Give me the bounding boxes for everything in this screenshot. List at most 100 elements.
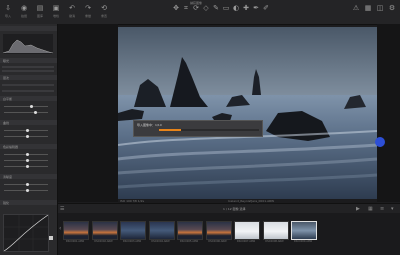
- filmstrip-thumbnail[interactable]: [91, 221, 118, 240]
- section-sharpening-label: 锐化: [3, 201, 10, 205]
- thumbnail-label: DSC0001.ARW: [65, 240, 85, 243]
- slider-knob[interactable]: [30, 105, 33, 108]
- toolbar-label-library: 图库: [36, 14, 43, 18]
- toolbar-label-stack: 堆栈: [52, 14, 59, 18]
- filmstrip-thumbnail[interactable]: [63, 221, 89, 240]
- folder-icon[interactable]: ▤: [36, 4, 44, 12]
- toolbar-label-redo: 重做: [84, 14, 91, 18]
- slider-knob[interactable]: [26, 153, 29, 156]
- import-dialog-title: 导入图像中：1/10: [137, 123, 162, 127]
- left-adjustments-panel: 曝光 层次 白平衡 曲线 色彩编辑器 清晰度 锐化: [0, 24, 58, 255]
- viewer-right-margin: [377, 24, 400, 202]
- filmstrip: ‹ DSC0001.ARW DSC0002.ARW DSC0003.ARW DSC00…: [58, 213, 400, 255]
- slider-7[interactable]: [4, 165, 48, 168]
- filmstrip-title: 1 / 12 图像 选择: [223, 207, 246, 211]
- slider-5[interactable]: [4, 153, 48, 156]
- filmstrip-thumbnail[interactable]: [120, 221, 146, 240]
- filmstrip-scroll-left-icon[interactable]: ‹: [59, 225, 61, 232]
- pan-tool-icon[interactable]: ✥: [172, 4, 180, 12]
- slider-knob[interactable]: [34, 111, 37, 114]
- filmstrip-grid-icon[interactable]: ▦: [368, 206, 373, 212]
- filmstrip-list-icon[interactable]: ≡: [380, 206, 384, 212]
- keystone-tool-icon[interactable]: ◇: [202, 4, 210, 12]
- filmstrip-thumbnail[interactable]: [148, 221, 175, 240]
- rotate-tool-icon[interactable]: ⟳: [192, 4, 200, 12]
- slider-6[interactable]: [4, 159, 48, 162]
- gradient-tool-icon[interactable]: ◐: [232, 4, 240, 12]
- import-progress-fill: [159, 129, 181, 131]
- slider-1[interactable]: [4, 105, 48, 108]
- section-header-color-editor[interactable]: 色彩编辑器: [0, 144, 57, 149]
- main-image-viewer[interactable]: [118, 27, 377, 199]
- import-progress-dialog: 导入图像中：1/10: [133, 120, 263, 137]
- camera-icon[interactable]: ◉: [20, 4, 28, 12]
- section-header-exposure[interactable]: 曝光: [0, 58, 57, 63]
- slider-knob[interactable]: [26, 129, 29, 132]
- toolbar-label-import: 导入: [4, 14, 11, 18]
- undo-icon[interactable]: ↶: [68, 4, 76, 12]
- filmstrip-thumbnail[interactable]: [177, 221, 203, 240]
- slider-8[interactable]: [4, 183, 48, 186]
- section-levels-label: 层次: [3, 76, 10, 80]
- panel-row: [2, 90, 54, 92]
- cursor-indicator: [375, 137, 385, 147]
- panel-row: [2, 70, 54, 72]
- redo-icon[interactable]: ↷: [84, 4, 92, 12]
- filmstrip-collapse-icon[interactable]: ▾: [391, 206, 394, 212]
- filmstrip-thumbnail[interactable]: [291, 221, 317, 240]
- filmstrip-thumbnail[interactable]: [262, 221, 289, 240]
- section-header-sharpening[interactable]: 锐化: [0, 200, 57, 205]
- thumbnail-label: DSC0004.ARW: [151, 240, 170, 243]
- grid-view-icon[interactable]: ▦: [364, 4, 372, 12]
- settings-icon[interactable]: ⚙: [388, 4, 396, 12]
- filmstrip-sort-icon[interactable]: ☰: [60, 206, 64, 212]
- panel-row: [2, 84, 54, 86]
- slider-knob[interactable]: [26, 189, 29, 192]
- seascape-photo: [118, 27, 377, 199]
- section-curve-label: 曲线: [3, 121, 10, 125]
- section-header-clarity[interactable]: 清晰度: [0, 174, 57, 179]
- reset-icon[interactable]: ⟲: [100, 4, 108, 12]
- thumbnail-label: DSC0006.ARW: [208, 240, 227, 243]
- slider-2[interactable]: [4, 111, 48, 114]
- slider-9[interactable]: [4, 189, 48, 192]
- section-header-levels[interactable]: 层次: [0, 75, 57, 80]
- alert-icon[interactable]: ⚠: [352, 4, 360, 12]
- toolbar-label-undo: 撤消: [68, 14, 75, 18]
- toolbar-label-reset: 重置: [100, 14, 107, 18]
- section-white-balance-label: 白平衡: [3, 97, 13, 101]
- thumbnail-label: DSC0007.ARW: [236, 240, 256, 243]
- section-exposure-label: 曝光: [3, 59, 10, 63]
- panel-tabs[interactable]: [0, 26, 57, 31]
- filmstrip-thumbnail[interactable]: [234, 221, 260, 240]
- curve-editor[interactable]: [3, 214, 49, 252]
- thumbnail-label: DSC0008.ARW: [265, 240, 284, 243]
- brush-tool-icon[interactable]: ✎: [212, 4, 220, 12]
- crop-tool-icon[interactable]: ⌗: [182, 4, 190, 12]
- picker-tool-icon[interactable]: ✒: [252, 4, 260, 12]
- slider-knob[interactable]: [26, 159, 29, 162]
- thumbnail-label: DSC0003.ARW: [122, 240, 142, 243]
- slider-4[interactable]: [4, 135, 48, 138]
- thumbnail-label: DSC0002.ARW: [94, 240, 113, 243]
- heal-tool-icon[interactable]: ✚: [242, 4, 250, 12]
- section-color-editor-label: 色彩编辑器: [3, 145, 19, 149]
- import-progress-track: [159, 129, 259, 131]
- section-header-curve[interactable]: 曲线: [0, 120, 57, 125]
- eraser-tool-icon[interactable]: ▭: [222, 4, 230, 12]
- compare-icon[interactable]: ◫: [376, 4, 384, 12]
- thumbnail-label: DSC0009.ARW: [293, 240, 313, 243]
- annotate-tool-icon[interactable]: ✐: [262, 4, 270, 12]
- slider-knob[interactable]: [26, 165, 29, 168]
- filmstrip-play-icon[interactable]: ▶: [356, 206, 360, 212]
- slider-3[interactable]: [4, 129, 48, 132]
- filmstrip-thumbnail[interactable]: [205, 221, 232, 240]
- slider-knob[interactable]: [26, 135, 29, 138]
- top-toolbar: 捕获图像 ⇩ 导入 ◉ 拍摄 ▤ 图库 ▣ 堆栈 ↶ 撤消 ↷ 重做 ⟲ 重置 …: [0, 0, 400, 25]
- curve-point-handle[interactable]: [49, 236, 53, 240]
- stack-icon[interactable]: ▣: [52, 4, 60, 12]
- section-header-white-balance[interactable]: 白平衡: [0, 96, 57, 101]
- import-icon[interactable]: ⇩: [4, 4, 12, 12]
- viewer-left-margin: [58, 24, 118, 202]
- slider-knob[interactable]: [26, 183, 29, 186]
